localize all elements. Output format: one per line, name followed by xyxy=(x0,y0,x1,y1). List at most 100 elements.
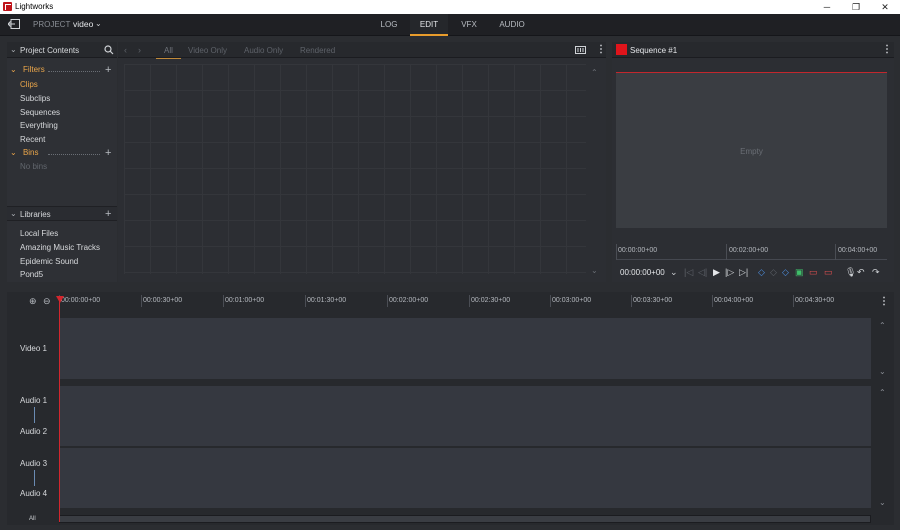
ruler-label: 00:02:00+00 xyxy=(389,297,429,304)
minimize-button[interactable]: ─ xyxy=(813,0,841,14)
video-scroll-down-icon[interactable]: ⌄ xyxy=(879,367,886,376)
timeline-panel: ⊕ ⊖ 00:00:00+00 00:00:30+00 00:01:00+00 … xyxy=(7,292,894,525)
timeline-horizontal-scrollbar[interactable] xyxy=(59,515,871,523)
track-label-video-1[interactable]: Video 1 xyxy=(20,344,47,353)
add-bin-icon[interactable]: + xyxy=(105,148,111,159)
ruler-tick xyxy=(305,295,306,307)
viewer-ruler[interactable]: 00:00:00+00 00:02:00+00 00:04:00+00 xyxy=(616,244,887,260)
all-tracks-label[interactable]: All xyxy=(29,516,36,522)
ruler-label: 00:00:30+00 xyxy=(143,297,183,304)
viewer-screen[interactable]: Empty xyxy=(616,72,887,228)
filter-item-everything[interactable]: Everything xyxy=(20,121,58,130)
ruler-tick xyxy=(141,295,142,307)
ruler-tick xyxy=(631,295,632,307)
browser-tab-rendered[interactable]: Rendered xyxy=(300,46,335,55)
ruler-label: 00:01:00+00 xyxy=(225,297,265,304)
filters-label: Filters xyxy=(22,65,45,74)
forward-arrow-icon[interactable]: › xyxy=(138,45,141,55)
mark-clear-icon[interactable]: ◇ xyxy=(770,267,777,277)
mark-in-icon[interactable]: ◇ xyxy=(758,267,765,277)
step-forward-icon[interactable]: |▷ xyxy=(725,267,734,277)
divider xyxy=(48,71,100,72)
filters-section[interactable]: ⌄ Filters xyxy=(10,65,100,74)
browser-menu-icon[interactable]: ⋮ xyxy=(596,44,606,55)
scroll-down-icon[interactable]: ⌄ xyxy=(591,266,598,275)
audio-track-3-4[interactable] xyxy=(59,448,871,508)
mark-out-icon[interactable]: ◇ xyxy=(782,267,789,277)
maximize-button[interactable]: ❐ xyxy=(842,0,870,14)
delete-icon[interactable]: ▭ xyxy=(824,267,833,277)
project-name[interactable]: video xyxy=(73,19,93,29)
play-icon[interactable]: ▶ xyxy=(713,267,720,277)
library-item-pond5[interactable]: Pond5 xyxy=(20,270,43,279)
app-top-bar: PROJECT video ⌄ LOG EDIT VFX AUDIO xyxy=(0,14,900,36)
track-label-audio-4[interactable]: Audio 4 xyxy=(20,489,47,498)
audio-scroll-down-icon[interactable]: ⌄ xyxy=(879,498,886,507)
video-scroll-up-icon[interactable]: ⌃ xyxy=(879,321,886,330)
microphone-icon[interactable]: 🎙 xyxy=(845,267,856,277)
tab-log[interactable]: LOG xyxy=(372,14,406,36)
library-item-local-files[interactable]: Local Files xyxy=(20,229,58,238)
tab-vfx[interactable]: VFX xyxy=(452,14,486,36)
filter-item-clips[interactable]: Clips xyxy=(20,80,38,89)
libraries-header[interactable]: ⌄ Libraries + xyxy=(7,206,117,221)
timecode-dropdown-chevron-icon[interactable]: ⌄ xyxy=(670,267,678,277)
audio-scroll-up-icon[interactable]: ⌃ xyxy=(879,388,886,397)
ruler-label: 00:04:30+00 xyxy=(795,297,835,304)
undo-icon[interactable]: ↶ xyxy=(857,267,865,277)
video-track-1[interactable] xyxy=(59,318,871,379)
bins-section[interactable]: ⌄ Bins xyxy=(10,148,100,157)
zoom-in-icon[interactable]: ⊕ xyxy=(29,296,37,307)
insert-icon[interactable]: ▣ xyxy=(795,267,804,277)
tab-edit[interactable]: EDIT xyxy=(410,14,448,36)
timeline-ruler[interactable]: 00:00:00+00 00:00:30+00 00:01:00+00 00:0… xyxy=(59,294,876,308)
ruler-tick xyxy=(616,244,617,260)
filters-chevron-icon: ⌄ xyxy=(10,65,17,74)
viewer-menu-icon[interactable]: ⋮ xyxy=(882,44,892,55)
library-item-amazing-music-tracks[interactable]: Amazing Music Tracks xyxy=(20,243,100,252)
tab-audio[interactable]: AUDIO xyxy=(492,14,532,36)
filter-item-sequences[interactable]: Sequences xyxy=(20,108,60,117)
browser-tab-all[interactable]: All xyxy=(156,46,181,59)
track-label-audio-1[interactable]: Audio 1 xyxy=(20,396,47,405)
clip-grid-area[interactable] xyxy=(124,64,586,274)
view-mode-icon[interactable] xyxy=(575,46,586,54)
track-label-audio-2[interactable]: Audio 2 xyxy=(20,427,47,436)
ruler-label: 00:00:00+00 xyxy=(618,247,658,254)
ruler-tick xyxy=(793,295,794,307)
audio-track-1-2[interactable] xyxy=(59,386,871,446)
viewer-header: Sequence #1 ⋮ xyxy=(612,42,894,58)
track-label-audio-3[interactable]: Audio 3 xyxy=(20,459,47,468)
step-back-icon[interactable]: ◁| xyxy=(698,267,707,277)
viewer-timecode[interactable]: 00:00:00+00 xyxy=(620,268,665,277)
playhead-handle-icon[interactable] xyxy=(56,296,64,303)
go-to-end-icon[interactable]: ▷| xyxy=(739,267,748,277)
add-library-icon[interactable]: + xyxy=(105,209,111,220)
scroll-up-icon[interactable]: ⌃ xyxy=(591,68,598,77)
replace-icon[interactable]: ▭ xyxy=(809,267,818,277)
collapse-chevron-icon[interactable]: ⌄ xyxy=(10,45,17,54)
zoom-out-icon[interactable]: ⊖ xyxy=(43,296,51,307)
ruler-label: 00:02:30+00 xyxy=(471,297,511,304)
close-button[interactable]: ✕ xyxy=(871,0,899,14)
playhead[interactable] xyxy=(59,300,60,522)
back-arrow-icon[interactable]: ‹ xyxy=(124,45,127,55)
filter-item-subclips[interactable]: Subclips xyxy=(20,94,50,103)
audio-link-line xyxy=(34,407,35,423)
browser-tab-audio-only[interactable]: Audio Only xyxy=(244,46,283,55)
bins-label: Bins xyxy=(22,148,39,157)
browser-tab-video-only[interactable]: Video Only xyxy=(188,46,227,55)
add-filter-icon[interactable]: + xyxy=(105,65,111,76)
record-indicator-icon xyxy=(616,44,627,55)
exit-project-icon[interactable] xyxy=(8,19,20,29)
go-to-start-icon[interactable]: |◁ xyxy=(684,267,693,277)
library-item-epidemic-sound[interactable]: Epidemic Sound xyxy=(20,257,78,266)
ruler-label: 00:02:00+00 xyxy=(729,247,769,254)
redo-icon[interactable]: ↷ xyxy=(872,267,880,277)
timeline-menu-icon[interactable]: ⋮ xyxy=(879,296,889,307)
ruler-tick xyxy=(387,295,388,307)
search-icon[interactable] xyxy=(104,45,114,55)
filter-item-recent[interactable]: Recent xyxy=(20,135,45,144)
window-title-bar: Lightworks ─ ❐ ✕ xyxy=(0,0,900,14)
project-dropdown-chevron-icon[interactable]: ⌄ xyxy=(95,19,102,28)
